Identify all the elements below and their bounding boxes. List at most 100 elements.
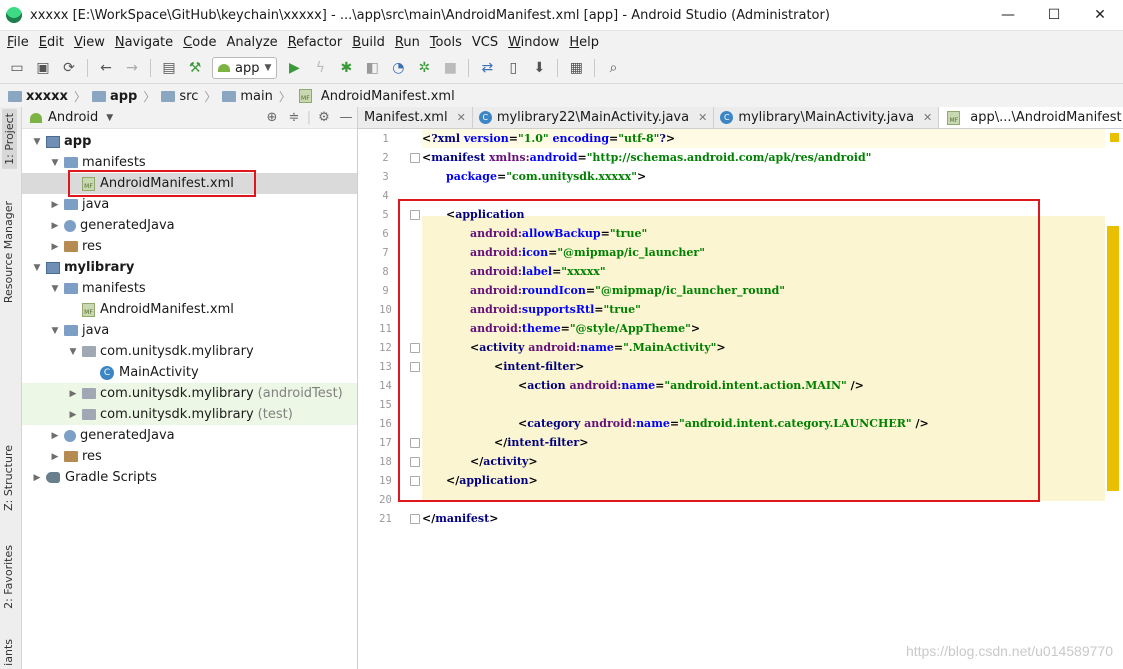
- fold-marker-icon[interactable]: [410, 361, 420, 372]
- code-editor[interactable]: 1 <?xml version="1.0" encoding="utf-8"?> 2…: [358, 129, 1123, 669]
- menu-item-view[interactable]: View: [69, 35, 110, 50]
- sync-gradle-icon[interactable]: ⇄: [475, 57, 499, 79]
- menu-item-refactor[interactable]: Refactor: [283, 35, 348, 50]
- sync-icon[interactable]: ⟳: [57, 57, 81, 79]
- collapsed-arrow-icon[interactable]: ▶: [30, 473, 44, 483]
- tab-project-tool[interactable]: 1: Project: [2, 109, 17, 169]
- maximize-button[interactable]: ☐: [1031, 0, 1077, 30]
- run-icon[interactable]: ▶: [282, 57, 306, 79]
- fold-marker-icon[interactable]: [410, 456, 420, 467]
- tree-item[interactable]: ▶ res: [22, 236, 357, 257]
- android-icon: [218, 64, 230, 72]
- tree-item[interactable]: ▶ java: [22, 194, 357, 215]
- locate-icon[interactable]: ⊕: [261, 110, 283, 125]
- close-icon[interactable]: ✕: [457, 111, 466, 124]
- run-configuration-select[interactable]: app ▼: [212, 57, 278, 79]
- debug-icon[interactable]: ✱: [334, 57, 358, 79]
- collapsed-arrow-icon[interactable]: ▶: [48, 452, 62, 462]
- tree-item[interactable]: ▶ generatedJava: [22, 425, 357, 446]
- tree-item[interactable]: ▶ com.unitysdk.mylibrary (test): [22, 404, 357, 425]
- collapsed-arrow-icon[interactable]: ▶: [66, 410, 80, 420]
- fold-marker-icon[interactable]: [410, 475, 420, 486]
- forward-icon[interactable]: →: [120, 57, 144, 79]
- editor-tab[interactable]: Cmylibrary\MainActivity.java ✕: [714, 107, 940, 128]
- collapsed-arrow-icon[interactable]: ▶: [48, 221, 62, 231]
- expanded-arrow-icon[interactable]: ▼: [30, 263, 44, 273]
- breadcrumb-item-main[interactable]: main: [222, 89, 273, 104]
- tree-item[interactable]: MF AndroidManifest.xml: [22, 299, 357, 320]
- select-config-icon[interactable]: ▤: [157, 57, 181, 79]
- tree-item[interactable]: ▶ generatedJava: [22, 215, 357, 236]
- hide-panel-icon[interactable]: —: [335, 110, 357, 125]
- menu-item-help[interactable]: Help: [564, 35, 604, 50]
- menu-item-code[interactable]: Code: [178, 35, 221, 50]
- close-icon[interactable]: ✕: [923, 111, 932, 124]
- expanded-arrow-icon[interactable]: ▼: [66, 347, 80, 357]
- menu-item-run[interactable]: Run: [390, 35, 425, 50]
- fold-marker-icon[interactable]: [410, 513, 420, 524]
- coverage-icon[interactable]: ◧: [360, 57, 384, 79]
- tree-item[interactable]: C MainActivity: [22, 362, 357, 383]
- fold-marker-icon[interactable]: [410, 342, 420, 353]
- expanded-arrow-icon[interactable]: ▼: [30, 137, 44, 147]
- tab-build-variants[interactable]: iants: [2, 639, 15, 666]
- expanded-arrow-icon[interactable]: ▼: [48, 284, 62, 294]
- breadcrumb-item-project[interactable]: xxxxx: [8, 89, 68, 104]
- apply-changes-icon[interactable]: ϟ: [308, 57, 332, 79]
- close-icon[interactable]: ✕: [698, 111, 707, 124]
- fold-marker-icon[interactable]: [410, 152, 420, 163]
- breadcrumb-item-file[interactable]: MF AndroidManifest.xml: [297, 89, 455, 104]
- tree-item[interactable]: ▼ java: [22, 320, 357, 341]
- menu-item-vcs[interactable]: VCS: [467, 35, 503, 50]
- build-hammer-icon[interactable]: ⚒: [183, 57, 207, 79]
- back-icon[interactable]: ←: [94, 57, 118, 79]
- save-icon[interactable]: ▣: [31, 57, 55, 79]
- menu-item-tools[interactable]: Tools: [425, 35, 467, 50]
- collapsed-arrow-icon[interactable]: ▶: [48, 431, 62, 441]
- menu-item-edit[interactable]: Edit: [34, 35, 69, 50]
- menu-item-window[interactable]: Window: [503, 35, 564, 50]
- collapsed-arrow-icon[interactable]: ▶: [48, 200, 62, 210]
- menu-item-build[interactable]: Build: [347, 35, 390, 50]
- minimize-button[interactable]: —: [985, 0, 1031, 30]
- profile-icon[interactable]: ◔: [386, 57, 410, 79]
- expanded-arrow-icon[interactable]: ▼: [48, 158, 62, 168]
- editor-tab[interactable]: Cmylibrary22\MainActivity.java ✕: [473, 107, 715, 128]
- project-structure-icon[interactable]: ▦: [564, 57, 588, 79]
- collapse-all-icon[interactable]: ≑: [283, 110, 305, 125]
- menu-item-analyze[interactable]: Analyze: [221, 35, 282, 50]
- attach-debugger-icon[interactable]: ✲: [412, 57, 436, 79]
- collapsed-arrow-icon[interactable]: ▶: [66, 389, 80, 399]
- breadcrumb-item-app[interactable]: app: [91, 89, 137, 104]
- breadcrumb-item-src[interactable]: src: [161, 89, 198, 104]
- folder-open-icon[interactable]: ▭: [5, 57, 29, 79]
- collapsed-arrow-icon[interactable]: ▶: [48, 242, 62, 252]
- menu-item-file[interactable]: File: [2, 35, 34, 50]
- fold-marker-icon[interactable]: [410, 437, 420, 448]
- tab-favorites[interactable]: 2: Favorites: [2, 545, 15, 609]
- close-button[interactable]: ✕: [1077, 0, 1123, 30]
- tree-item[interactable]: ▼ mylibrary: [22, 257, 357, 278]
- tree-item[interactable]: ▼ manifests: [22, 278, 357, 299]
- tab-resource-manager[interactable]: Resource Manager: [2, 201, 15, 303]
- tree-item[interactable]: ▼ com.unitysdk.mylibrary: [22, 341, 357, 362]
- tree-item[interactable]: MF AndroidManifest.xml: [22, 173, 357, 194]
- project-view-select[interactable]: Android: [48, 110, 98, 125]
- tree-item[interactable]: ▶ com.unitysdk.mylibrary (androidTest): [22, 383, 357, 404]
- stop-icon[interactable]: ■: [438, 57, 462, 79]
- sdk-manager-icon[interactable]: ⬇: [527, 57, 551, 79]
- editor-tab[interactable]: Manifest.xml ✕: [358, 107, 473, 128]
- tab-structure[interactable]: Z: Structure: [2, 445, 15, 511]
- tree-item[interactable]: ▼ manifests: [22, 152, 357, 173]
- search-icon[interactable]: ⌕: [601, 57, 625, 79]
- expanded-arrow-icon[interactable]: ▼: [48, 326, 62, 336]
- chevron-down-icon[interactable]: ▼: [106, 113, 113, 123]
- tree-item[interactable]: ▼ app: [22, 131, 357, 152]
- gear-icon[interactable]: ⚙: [313, 110, 335, 125]
- avd-manager-icon[interactable]: ▯: [501, 57, 525, 79]
- editor-tab-active[interactable]: MFapp\...\AndroidManifest.xml✕: [939, 107, 1123, 128]
- fold-marker-icon[interactable]: [410, 209, 420, 220]
- menu-item-navigate[interactable]: Navigate: [110, 35, 178, 50]
- tree-item[interactable]: ▶ res: [22, 446, 357, 467]
- tree-item[interactable]: ▶ Gradle Scripts: [22, 467, 357, 488]
